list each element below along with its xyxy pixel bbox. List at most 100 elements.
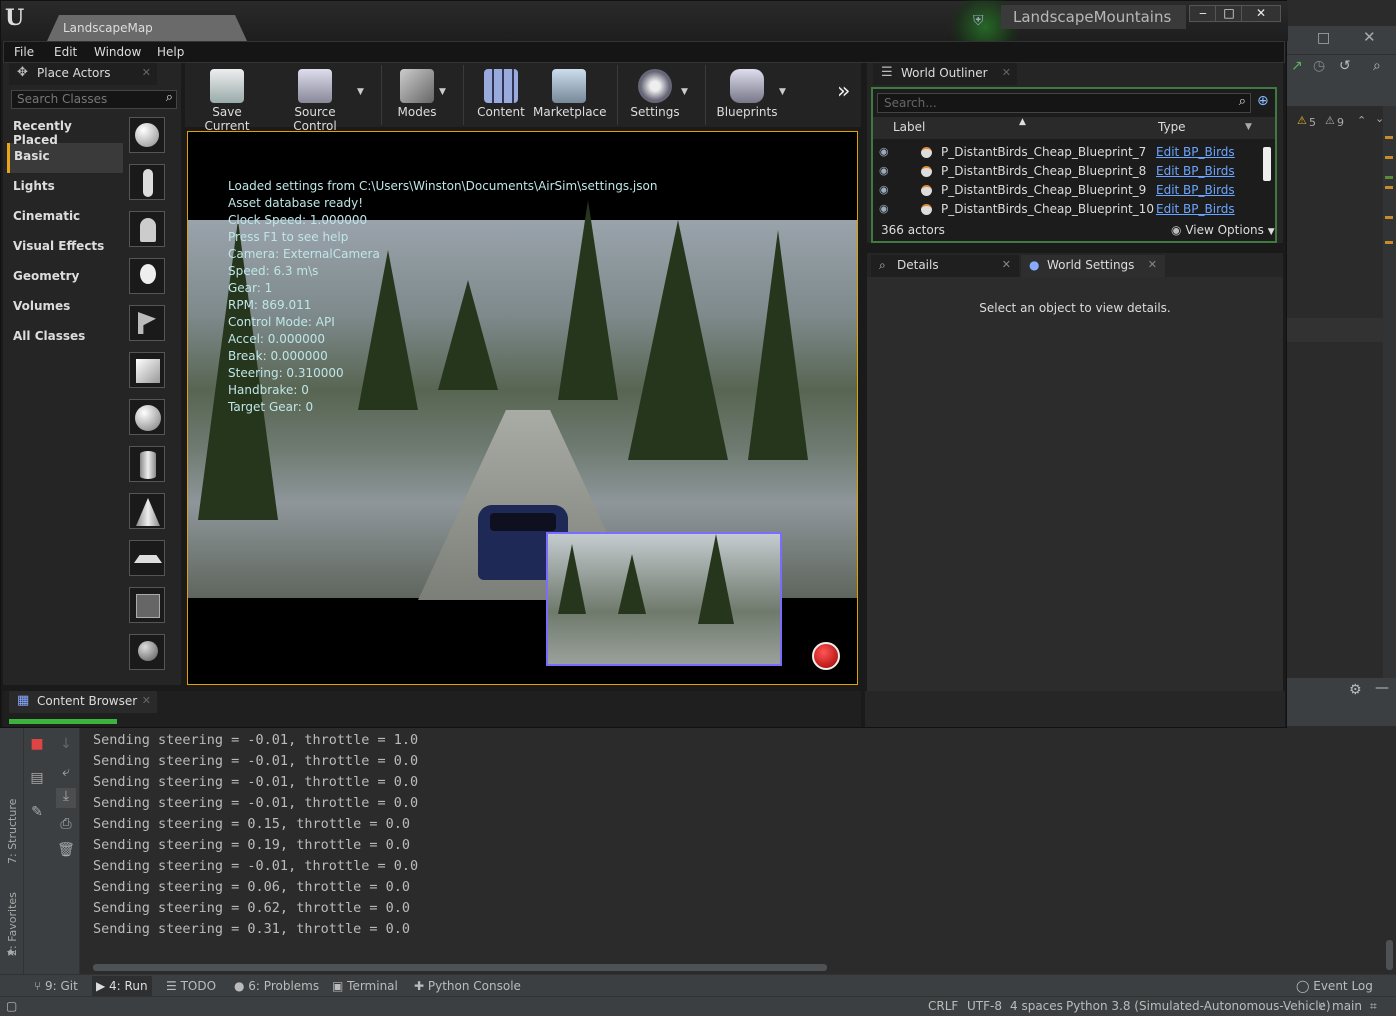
file-encoding[interactable]: UTF-8 (967, 999, 1002, 1013)
history-icon[interactable]: ◷ (1313, 58, 1325, 74)
record-button[interactable] (812, 642, 840, 670)
visibility-eye-icon[interactable]: ◉ (879, 202, 889, 215)
save-current-button[interactable]: Save Current (191, 65, 263, 133)
menu-window[interactable]: Window (94, 45, 141, 59)
category-all-classes[interactable]: All Classes (7, 323, 123, 353)
todo-tab[interactable]: ☰ TODO (166, 979, 216, 993)
ue-maximize-button[interactable]: □ (1215, 5, 1243, 22)
place-actors-tab[interactable]: ✥ Place Actors ✕ (9, 63, 157, 85)
outliner-row[interactable]: ◉ P_DistantBirds_Cheap_Blueprint_7 Edit … (873, 143, 1263, 162)
lock-icon[interactable]: ⌗ (1370, 999, 1377, 1014)
plane-icon[interactable] (129, 540, 165, 576)
toolbar-overflow-icon[interactable]: » (837, 79, 850, 104)
event-log-tab[interactable]: ◯ Event Log (1296, 979, 1373, 993)
ue-minimize-button[interactable]: ‒ (1189, 5, 1217, 22)
maximize-icon[interactable]: □ (1317, 30, 1330, 46)
scroll-to-end-icon[interactable]: ⤓ (56, 788, 76, 808)
outliner-scrollbar[interactable] (1263, 147, 1271, 181)
editor-area[interactable] (1287, 106, 1383, 706)
details-tab[interactable]: ⌕ Details ✕ (871, 255, 1019, 277)
weak-warning-icon[interactable]: ⚠ (1325, 114, 1335, 127)
revert-icon[interactable]: ↺ (1339, 58, 1351, 74)
search-icon[interactable]: ⌕ (166, 90, 173, 105)
cylinder-icon[interactable] (129, 446, 165, 482)
menu-edit[interactable]: Edit (54, 45, 77, 59)
python-console-tab[interactable]: ✚ Python Console (414, 979, 521, 993)
print-icon[interactable]: ⎙ (56, 816, 76, 836)
warning-icon[interactable]: ⚠ (1297, 114, 1307, 127)
console-horizontal-scrollbar[interactable] (93, 964, 827, 971)
type-column-header[interactable]: Type (1158, 120, 1186, 134)
problems-tab[interactable]: ● 6: Problems (234, 979, 319, 993)
git-branch[interactable]: main (1332, 999, 1362, 1013)
category-cinematic[interactable]: Cinematic (7, 203, 123, 233)
close-tab-icon[interactable]: ✕ (142, 694, 151, 707)
arrow-down-icon[interactable]: ↓ (56, 736, 76, 756)
console-vertical-scrollbar[interactable] (1386, 940, 1393, 970)
game-viewport[interactable]: Loaded settings from C:\Users\Winston\Do… (187, 131, 858, 685)
visibility-eye-icon[interactable]: ◉ (879, 183, 889, 196)
gear-icon[interactable]: ⚙ (1349, 682, 1362, 698)
world-settings-tab[interactable]: ● World Settings ✕ (1021, 255, 1165, 277)
terminal-tab[interactable]: ▣ Terminal (332, 979, 398, 993)
category-visual-effects[interactable]: Visual Effects (7, 233, 123, 263)
category-basic[interactable]: Basic (7, 143, 123, 173)
stop-icon[interactable]: ■ (27, 736, 47, 756)
chevron-down-icon[interactable]: ⌄ (1375, 112, 1384, 125)
player-start-icon[interactable] (129, 305, 165, 341)
search-classes-input[interactable]: Search Classes ⌕ (11, 90, 177, 109)
pin-icon[interactable]: ✎ (27, 804, 47, 824)
close-tab-icon[interactable]: ✕ (1002, 258, 1011, 271)
soft-wrap-icon[interactable]: ⤶ (56, 764, 76, 784)
content-browser-tab[interactable]: ▦ Content Browser ✕ (9, 691, 157, 713)
source-control-dropdown-icon[interactable]: ▼ (357, 87, 364, 97)
layout-toggle-icon[interactable]: ▢ (6, 999, 17, 1013)
modes-dropdown-icon[interactable]: ▼ (439, 87, 446, 97)
modes-button[interactable]: Modes (391, 65, 443, 125)
outliner-search-input[interactable]: Search... ⌕ (877, 93, 1251, 113)
structure-tool-button[interactable]: 7: Structure (6, 799, 19, 864)
empty-actor-icon[interactable] (129, 117, 165, 153)
point-light-icon[interactable] (129, 258, 165, 294)
trash-icon[interactable]: 🗑 (56, 842, 76, 862)
outliner-row[interactable]: ◉ P_DistantBirds_Cheap_Blueprint_8 Edit … (873, 162, 1263, 181)
indent-setting[interactable]: 4 spaces (1010, 999, 1063, 1013)
cone-icon[interactable] (129, 493, 165, 529)
content-button[interactable]: Content (473, 65, 529, 125)
run-tab[interactable]: ▶ 4: Run (92, 976, 152, 996)
character-icon[interactable] (129, 164, 165, 200)
sphere-icon[interactable] (129, 399, 165, 435)
layout-icon[interactable]: ▤ (27, 770, 47, 790)
blueprints-dropdown-icon[interactable]: ▼ (779, 87, 786, 97)
search-icon[interactable]: ⌕ (1373, 58, 1381, 74)
menu-help[interactable]: Help (157, 45, 184, 59)
minimize-icon[interactable]: — (1375, 680, 1389, 696)
menu-file[interactable]: File (14, 45, 34, 59)
pawn-icon[interactable] (129, 211, 165, 247)
add-folder-icon[interactable]: ⊕ (1257, 93, 1275, 111)
blueprints-button[interactable]: Blueprints (711, 65, 783, 125)
visibility-eye-icon[interactable]: ◉ (879, 145, 889, 158)
settings-button[interactable]: Settings (625, 65, 685, 125)
close-tab-icon[interactable]: ✕ (142, 66, 151, 79)
close-tab-icon[interactable]: ✕ (1148, 258, 1157, 271)
chevron-up-icon[interactable]: ⌃ (1357, 114, 1366, 127)
ue-close-button[interactable]: ✕ (1241, 5, 1281, 22)
line-separator[interactable]: CRLF (928, 999, 958, 1013)
search-icon[interactable]: ⌕ (1239, 94, 1246, 109)
box-trigger-icon[interactable] (129, 587, 165, 623)
outliner-row[interactable]: ◉ P_DistantBirds_Cheap_Blueprint_10 Edit… (873, 200, 1263, 219)
level-tab[interactable]: LandscapeMap (47, 15, 247, 41)
view-options-button[interactable]: ◉ View Options ▼ (1171, 223, 1275, 237)
source-control-button[interactable]: Source Control (273, 65, 357, 133)
marketplace-button[interactable]: Marketplace (533, 65, 607, 125)
outliner-row[interactable]: ◉ P_DistantBirds_Cheap_Blueprint_9 Edit … (873, 181, 1263, 200)
sphere-trigger-icon[interactable] (129, 634, 165, 670)
visibility-eye-icon[interactable]: ◉ (879, 164, 889, 177)
chevron-down-icon[interactable]: ▼ (1245, 122, 1252, 132)
label-column-header[interactable]: Label (893, 120, 925, 134)
cube-icon[interactable] (129, 352, 165, 388)
python-interpreter[interactable]: Python 3.8 (Simulated-Autonomous-Vehicle… (1066, 999, 1331, 1013)
run-console-output[interactable]: Sending steering = -0.01, throttle = 1.0… (93, 730, 418, 940)
git-tab[interactable]: ⑂ 9: Git (34, 979, 78, 993)
